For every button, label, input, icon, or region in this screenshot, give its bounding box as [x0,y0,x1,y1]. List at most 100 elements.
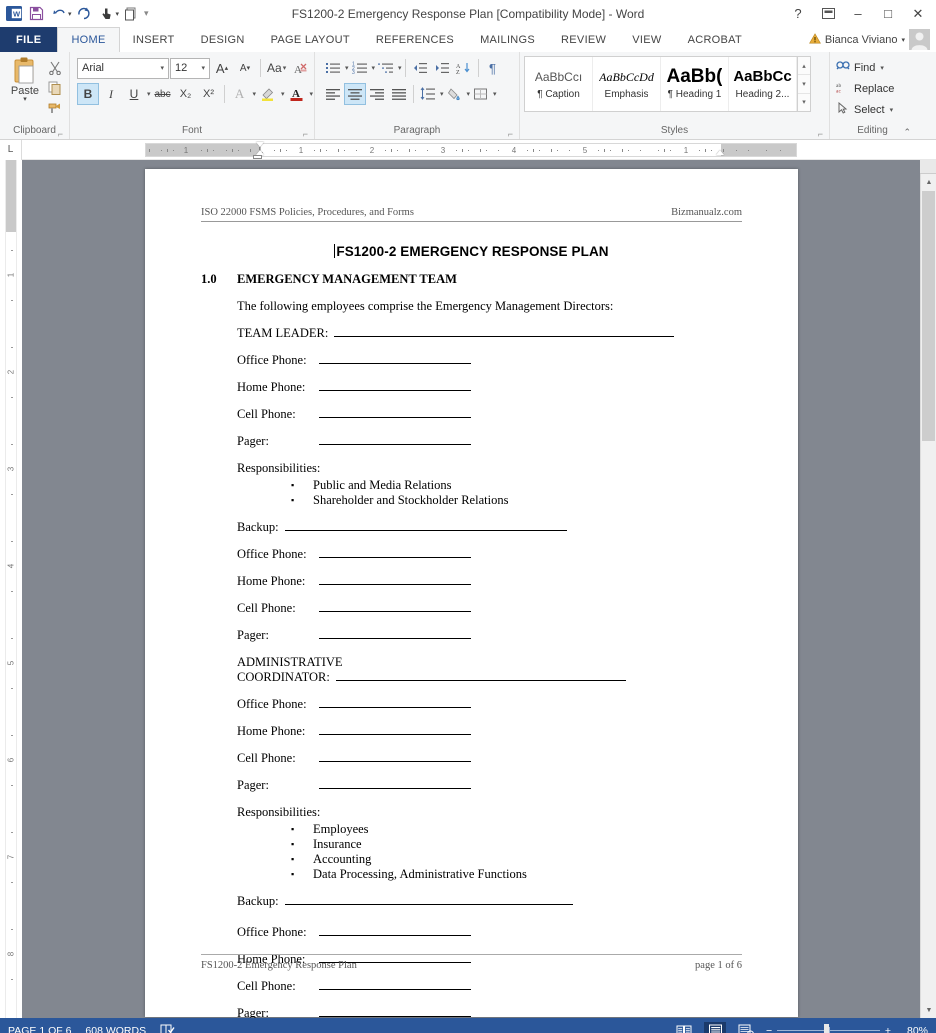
clear-formatting-icon[interactable]: A [289,57,311,79]
qat-more-caret-icon[interactable]: ▾ [143,8,150,19]
ribbon-display-options-button[interactable] [814,3,842,25]
paste-button[interactable]: Paste ▾ [4,55,46,116]
field-fill-line[interactable] [319,925,471,936]
undo-dropdown-caret-icon[interactable]: ▾ [68,10,72,18]
cut-icon[interactable] [46,59,64,76]
zoom-level[interactable]: 80% [900,1025,928,1033]
field-fill-line[interactable] [319,407,471,418]
replace-button[interactable]: ab ac Replace [834,78,894,99]
increase-indent-icon[interactable] [431,57,453,79]
print-preview-icon[interactable] [120,3,142,25]
font-size-caret-icon[interactable]: ▾ [201,64,207,72]
font-size-combo[interactable]: 12 ▾ [170,57,210,79]
zoom-in-button[interactable]: + [885,1025,891,1033]
field-fill-line[interactable] [319,628,471,639]
field-fill-line[interactable] [319,601,471,612]
italic-button[interactable]: I [100,83,122,105]
underline-button[interactable]: U [123,83,145,105]
style-heading-1[interactable]: AaBb( ¶ Heading 1 [661,57,729,111]
field-fill-line[interactable] [319,724,471,735]
tab-insert[interactable]: INSERT [120,27,188,52]
field-fill-line[interactable] [319,751,471,762]
touch-mode-icon[interactable] [96,3,118,25]
grow-font-button[interactable]: A ▴ [211,57,233,79]
field-fill-line[interactable] [319,434,471,445]
select-caret-icon[interactable]: ▾ [890,106,894,114]
bold-button[interactable]: B [77,83,99,105]
left-tab-stop-icon[interactable]: L [0,139,22,160]
tab-mailings[interactable]: MAILINGS [467,27,548,52]
save-icon[interactable] [25,3,47,25]
field-fill-line[interactable] [319,697,471,708]
web-layout-icon[interactable] [735,1022,757,1033]
zoom-out-button[interactable]: − [766,1025,772,1033]
field-fill-line[interactable] [319,547,471,558]
font-color-button[interactable]: A [286,83,308,105]
backup-fill-line[interactable] [284,894,573,905]
field-fill-line[interactable] [319,380,471,391]
field-fill-line[interactable] [319,353,471,364]
text-effects-caret-icon[interactable]: ▾ [253,90,257,98]
collapse-ribbon-button[interactable]: ⌃ [903,127,911,138]
align-center-icon[interactable] [344,83,366,105]
text-effects-button[interactable]: A [229,83,251,105]
paste-caret-icon[interactable]: ▾ [23,96,27,103]
select-button[interactable]: Select ▾ [834,99,893,120]
word-count[interactable]: 608 WORDS [85,1025,146,1033]
style-emphasis[interactable]: AaBbCcDd Emphasis [593,57,661,111]
account-caret-icon[interactable]: ▾ [901,36,905,44]
zoom-track[interactable] [777,1024,880,1033]
copy-icon[interactable] [46,79,64,96]
styles-gallery-scroll[interactable]: ▴ ▾ ▾ [797,57,810,111]
tab-page-layout[interactable]: PAGE LAYOUT [258,27,363,52]
spell-check-icon[interactable] [160,1023,175,1033]
vertical-scrollbar[interactable]: ▲ ▼ [920,160,936,1018]
undo-icon[interactable] [48,3,70,25]
tab-home[interactable]: HOME [57,27,120,52]
help-button[interactable]: ? [784,3,812,25]
account-user-name[interactable]: Bianca Viviano [825,34,898,46]
zoom-slider[interactable]: − + [766,1024,891,1033]
tab-file[interactable]: FILE [0,27,58,52]
shading-icon[interactable] [444,83,466,105]
zoom-thumb[interactable] [824,1024,830,1033]
font-color-caret-icon[interactable]: ▾ [310,90,314,98]
admin-coordinator-fill-line[interactable] [335,670,626,681]
align-right-icon[interactable] [366,83,388,105]
team-leader-fill-line[interactable] [334,326,675,337]
right-indent-marker[interactable] [716,150,724,155]
sort-icon[interactable]: AZ [453,57,475,79]
first-line-indent-marker[interactable] [256,142,264,147]
numbering-icon[interactable]: 123 [349,57,371,79]
font-name-caret-icon[interactable]: ▾ [160,64,166,72]
field-fill-line[interactable] [319,778,471,789]
find-caret-icon[interactable]: ▾ [880,64,884,72]
minimize-button[interactable]: – [844,3,872,25]
scroll-up-icon[interactable]: ▲ [921,174,936,190]
format-painter-icon[interactable] [46,99,64,116]
ruler-track[interactable]: 1 L 1 2 3 4 5 1 [145,143,797,157]
left-indent-marker[interactable] [253,155,262,159]
close-button[interactable]: ✕ [904,3,932,25]
tab-references[interactable]: REFERENCES [363,27,467,52]
shrink-font-button[interactable]: A ▾ [234,57,256,79]
justify-icon[interactable] [388,83,410,105]
tab-acrobat[interactable]: ACROBAT [675,27,755,52]
word-logo-icon[interactable]: W [4,4,24,24]
change-case-button[interactable]: Aa ▾ [265,57,288,79]
redo-icon[interactable] [73,3,95,25]
style-caption[interactable]: AaBbCcı ¶ Caption [525,57,593,111]
field-fill-line[interactable] [319,574,471,585]
superscript-button[interactable]: X² [198,83,220,105]
avatar[interactable] [909,29,930,50]
split-window-handle[interactable] [920,160,936,174]
line-spacing-icon[interactable] [417,83,439,105]
horizontal-ruler[interactable]: L 1 L 1 2 3 4 5 1 [0,139,936,160]
find-button[interactable]: Find ▾ [834,57,884,78]
vertical-ruler[interactable]: 1 2 3 4 5 6 7 8 [0,160,22,1018]
highlight-caret-icon[interactable]: ▾ [281,90,285,98]
field-fill-line[interactable] [319,979,471,990]
style-heading-2[interactable]: AaBbCc Heading 2... [729,57,797,111]
page-indicator[interactable]: PAGE 1 OF 6 [8,1025,71,1033]
borders-caret-icon[interactable]: ▾ [493,90,497,98]
